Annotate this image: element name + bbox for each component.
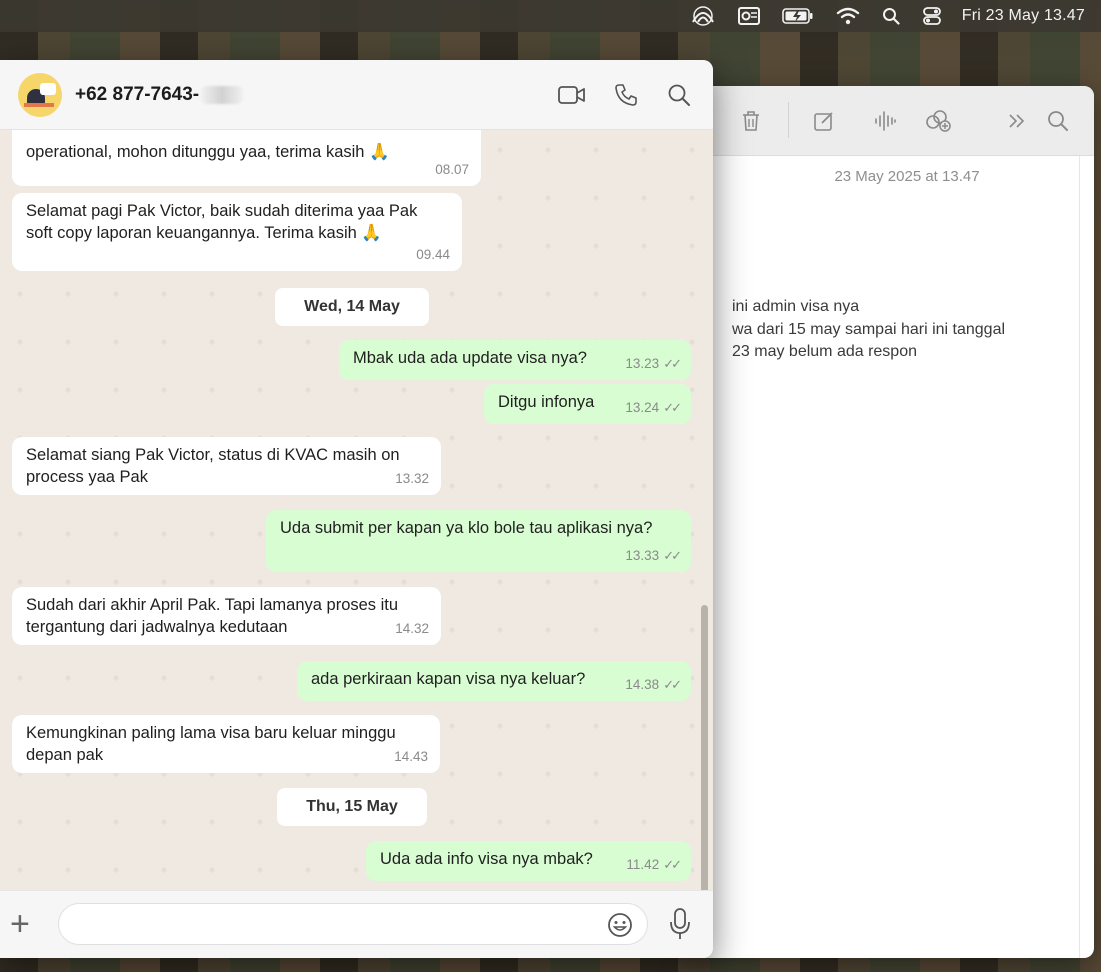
outgoing-message[interactable]: Ditgu infonya 13.24 ✓✓ [484,384,691,424]
message-text: ada perkiraan kapan visa nya keluar? [311,670,586,688]
search-icon[interactable] [664,80,694,110]
chat-header: +62 877-7643- [0,60,713,130]
outgoing-message[interactable]: Uda submit per kapan ya klo bole tau apl… [266,510,691,572]
control-center-icon[interactable] [922,6,942,26]
message-text: Kemungkinan paling lama visa baru keluar… [26,724,396,764]
toolbar-divider [788,102,789,138]
message-time: 13.24 ✓✓ [625,399,682,415]
incoming-message[interactable]: Selamat pagi Pak Victor, baik sudah dite… [12,193,462,271]
audio-icon[interactable] [870,106,900,136]
read-receipt-icon: ✓✓ [663,547,682,563]
trash-icon[interactable] [736,106,766,136]
message-time: 13.23 ✓✓ [625,355,682,371]
message-composer: + [0,890,713,958]
note-line: 23 may belum ada respon [732,343,917,360]
menu-bar-clock[interactable]: Fri 23 May 13.47 [962,7,1085,25]
date-separator: Thu, 15 May [277,788,427,826]
incoming-message[interactable]: Kemungkinan paling lama visa baru keluar… [12,715,440,773]
read-receipt-icon: ✓✓ [663,399,682,415]
contact-name[interactable]: +62 877-7643- [75,84,244,106]
message-time: 11.42 ✓✓ [626,856,682,872]
note-body[interactable]: ini admin visa nya wa dari 15 may sampai… [732,296,1072,364]
outgoing-message[interactable]: Uda ada info visa nya mbak? 11.42 ✓✓ [366,841,691,881]
message-time: 14.43 [394,748,428,764]
message-text: Selamat siang Pak Victor, status di KVAC… [26,446,400,486]
contact-avatar[interactable] [18,73,62,117]
incoming-message[interactable]: Selamat siang Pak Victor, status di KVAC… [12,437,441,495]
chat-scrollbar[interactable] [701,605,708,890]
emoji-icon[interactable] [606,911,634,939]
battery-icon[interactable] [781,7,814,25]
phone-call-icon[interactable] [611,80,641,110]
outlook-icon[interactable] [737,6,760,26]
whatsapp-window: +62 877-7643- operational, mohon ditungg… [0,60,713,958]
creative-cloud-icon[interactable] [690,6,716,26]
incoming-message[interactable]: Sudah dari akhir April Pak. Tapi lamanya… [12,587,441,645]
wifi-icon[interactable] [836,7,860,25]
read-receipt-icon: ✓✓ [663,676,682,692]
chat-message-list[interactable]: operational, mohon ditunggu yaa, terima … [0,130,713,890]
microphone-icon[interactable] [666,907,694,941]
compose-icon[interactable] [809,106,839,136]
search-icon[interactable] [1043,106,1073,136]
message-time: 14.38 ✓✓ [625,676,682,692]
note-line: ini admin visa nya [732,298,860,315]
message-text: Uda submit per kapan ya klo bole tau apl… [280,519,653,537]
incoming-message[interactable]: operational, mohon ditunggu yaa, terima … [12,130,481,186]
notes-window: 23 May 2025 at 13.47 ini admin visa nya … [690,86,1094,958]
message-text: Selamat pagi Pak Victor, baik sudah dite… [26,202,418,242]
message-input[interactable] [58,903,648,945]
message-text: Sudah dari akhir April Pak. Tapi lamanya… [26,596,399,636]
outgoing-message[interactable]: Mbak uda ada update visa nya? 13.23 ✓✓ [339,340,691,380]
note-line: wa dari 15 may sampai hari ini tanggal [732,320,1006,338]
message-time: 13.32 [395,470,429,486]
message-time: 09.44 [416,246,450,262]
notes-scrollbar-track [1079,156,1080,958]
date-separator: Wed, 14 May [275,288,429,326]
read-receipt-icon: ✓✓ [663,856,682,872]
menu-bar: Fri 23 May 13.47 [0,0,1101,32]
collaborate-icon[interactable] [924,106,954,136]
attach-plus-icon[interactable]: + [10,907,30,941]
notes-toolbar [690,86,1094,156]
more-chevron-icon[interactable] [1002,106,1032,136]
redacted-digits [201,85,244,104]
spotlight-search-icon[interactable] [882,7,900,25]
message-time: 13.33 ✓✓ [625,547,682,563]
message-time: 14.32 [395,620,429,636]
note-date: 23 May 2025 at 13.47 [834,168,980,185]
outgoing-message[interactable]: ada perkiraan kapan visa nya keluar? 14.… [297,661,691,701]
read-receipt-icon: ✓✓ [663,355,682,371]
video-call-icon[interactable] [557,80,587,110]
message-text: operational, mohon ditunggu yaa, terima … [26,143,390,161]
message-time: 08.07 [435,161,469,177]
contact-phone: +62 877-7643- [75,84,200,105]
